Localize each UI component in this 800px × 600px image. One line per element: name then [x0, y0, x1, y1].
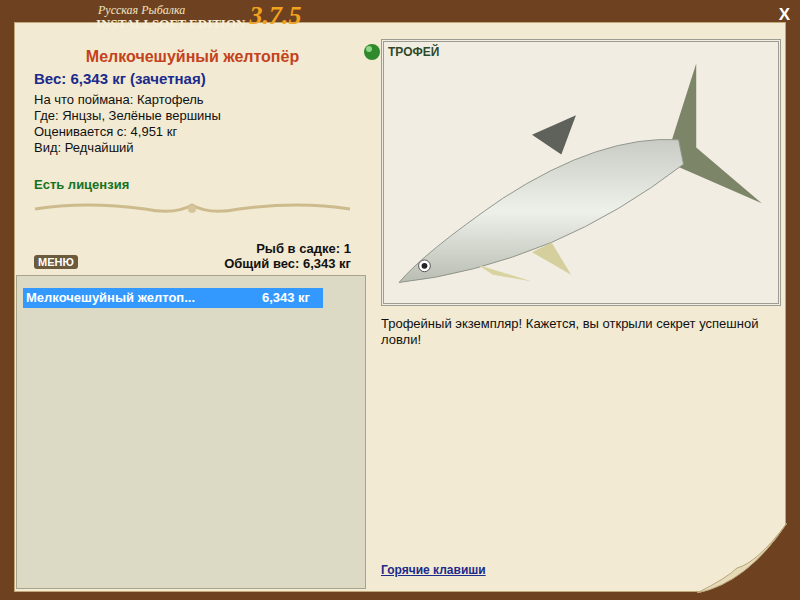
fish-detail: На что поймана: Картофель — [34, 92, 351, 108]
keepnet-list: Мелкочешуйный желтоп... 6,343 кг — [16, 275, 366, 589]
keepnet-rows: Мелкочешуйный желтоп... 6,343 кг — [23, 288, 323, 308]
fish-details: На что поймана: КартофельГде: Янцзы, Зел… — [34, 92, 351, 156]
ornament-icon — [25, 199, 360, 219]
fish-weight: Вес: 6,343 кг (зачетная) — [34, 69, 351, 89]
wood-frame: Мелкочешуйный желтопёр Вес: 6,343 кг (за… — [0, 0, 800, 600]
fish-detail: Оценивается с: 4,951 кг — [34, 124, 351, 140]
keepnet-total: Общий вес: 6,343 кг — [224, 256, 351, 271]
logo-text: Русская Рыбалка INSTALLSOFT EDITION — [96, 4, 245, 30]
ornament-divider — [25, 197, 360, 221]
menu-button[interactable]: МЕНЮ — [34, 255, 78, 269]
license-status: Есть лицензия — [34, 177, 351, 193]
parchment: Мелкочешуйный желтопёр Вес: 6,343 кг (за… — [14, 22, 786, 592]
trophy-message: Трофейный экземпляр! Кажется, вы открыли… — [381, 316, 781, 348]
right-panel: ТРОФЕЙ Трофейный экземпляр! Кажется, вы … — [370, 23, 785, 591]
fish-detail: Вид: Редчайший — [34, 140, 351, 156]
page-curl-icon — [697, 523, 787, 593]
row-fish-name: Мелкочешуйный желтоп... — [26, 288, 195, 308]
fish-picture: ТРОФЕЙ — [381, 39, 781, 306]
fish-name: Мелкочешуйный желтопёр — [34, 47, 351, 67]
left-panel: Мелкочешуйный желтопёр Вес: 6,343 кг (за… — [15, 23, 370, 591]
keepnet-count: Рыб в садке: 1 — [256, 241, 351, 256]
keepnet-row[interactable]: Мелкочешуйный желтоп... 6,343 кг — [23, 288, 323, 308]
game-screen: {"window": {"brand_top": "Русская Рыбалк… — [0, 0, 800, 600]
fish-info: Мелкочешуйный желтопёр Вес: 6,343 кг (за… — [15, 23, 370, 193]
row-weight: 6,343 кг — [250, 288, 320, 308]
brand-edition: INSTALLSOFT EDITION — [96, 17, 245, 30]
pin-icon — [362, 42, 382, 62]
spacer — [381, 348, 781, 557]
keepnet-summary: Рыб в садке: 1 Общий вес: 6,343 кг — [224, 241, 351, 271]
fish-detail: Где: Янцзы, Зелёные вершины — [34, 108, 351, 124]
fish-icon — [384, 42, 766, 303]
brand-title: Русская Рыбалка — [96, 4, 245, 17]
hotkeys-link[interactable]: Горячие клавиши — [381, 563, 486, 577]
keepnet-header: МЕНЮ Рыб в садке: 1 Общий вес: 6,343 кг — [15, 241, 370, 271]
close-button[interactable]: X — [779, 6, 790, 24]
trophy-badge: ТРОФЕЙ — [388, 45, 439, 59]
game-logo: Русская Рыбалка INSTALLSOFT EDITION 3.7.… — [96, 2, 301, 30]
version-label: 3.7.5 — [249, 2, 301, 30]
